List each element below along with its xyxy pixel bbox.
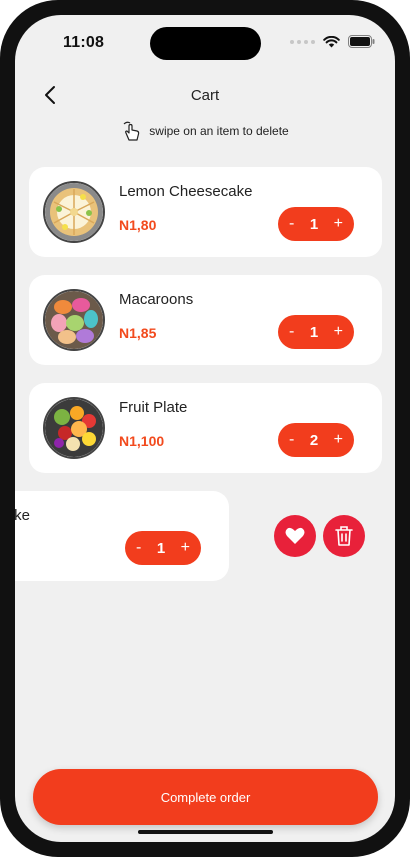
page-title: Cart [190,87,220,104]
trash-icon [335,526,353,546]
decrease-button[interactable]: - [289,431,294,449]
heart-icon [285,527,305,544]
decrease-button[interactable]: - [136,539,141,557]
swipe-hand-icon [123,121,140,141]
quantity-value: 2 [309,431,319,449]
increase-button[interactable]: + [334,215,343,233]
dynamic-island [150,27,261,60]
quantity-value: 1 [156,539,166,557]
quantity-value: 1 [309,323,319,341]
item-price: N1,85 [119,325,157,341]
quantity-stepper: - 1 + [278,315,354,349]
item-price: N1,80 [119,217,157,233]
app-screen: 11:08 Cart swipe on an item to delete Le… [15,15,395,842]
increase-button[interactable]: + [181,539,190,557]
signal-icon [290,39,315,44]
item-image [43,289,105,351]
home-indicator [138,830,273,834]
increase-button[interactable]: + [334,323,343,341]
complete-order-button[interactable]: Complete order [33,769,378,825]
item-image [43,181,105,243]
quantity-stepper: - 1 + [278,207,354,241]
favorite-button[interactable] [274,515,316,557]
nav-header: Cart [15,85,395,105]
cart-item-swiped[interactable]: Cake - 1 + [15,491,229,581]
decrease-button[interactable]: - [289,323,294,341]
item-name: Lemon Cheesecake [119,183,253,200]
cart-item[interactable]: Macaroons N1,85 - 1 + [29,275,382,365]
swipe-hint-text: swipe on an item to delete [149,124,289,138]
item-image [43,397,105,459]
item-name: Cake [15,507,31,524]
quantity-stepper: - 1 + [125,531,201,565]
item-name: Fruit Plate [119,399,188,416]
item-price: N1,100 [119,433,165,449]
status-icons [290,35,375,48]
phone-frame: 11:08 Cart swipe on an item to delete Le… [0,0,410,857]
quantity-stepper: - 2 + [278,423,354,457]
wifi-icon [323,35,340,47]
status-time: 11:08 [63,34,105,51]
decrease-button[interactable]: - [289,215,294,233]
battery-icon [348,35,375,48]
swipe-hint: swipe on an item to delete [15,120,395,142]
cart-item[interactable]: Lemon Cheesecake N1,80 - 1 + [29,167,382,257]
cart-item[interactable]: Fruit Plate N1,100 - 2 + [29,383,382,473]
quantity-value: 1 [309,215,319,233]
delete-button[interactable] [323,515,365,557]
item-name: Macaroons [119,291,194,308]
increase-button[interactable]: + [334,431,343,449]
